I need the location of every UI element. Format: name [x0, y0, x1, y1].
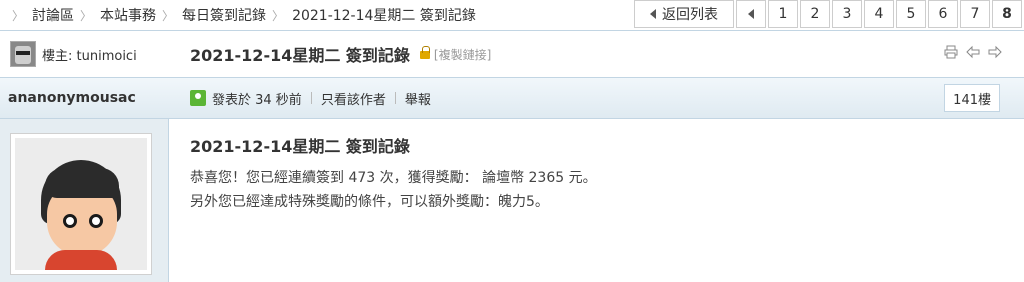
page-1[interactable]: 1 [768, 0, 798, 28]
thread-tools [944, 45, 1002, 59]
page-3[interactable]: 3 [832, 0, 862, 28]
back-to-list-label: 返回列表 [662, 7, 718, 23]
page-4[interactable]: 4 [864, 0, 894, 28]
page-5[interactable]: 5 [896, 0, 926, 28]
back-to-list-button[interactable]: 返回列表 [634, 0, 734, 28]
owner-avatar[interactable] [10, 41, 36, 67]
post-body-line-1: 恭喜您！您已經連續簽到 473 次，獲得獎勵： 論壇幣 2365 元。 [190, 170, 597, 186]
chevron-right-icon: 〉 [272, 8, 285, 23]
chevron-right-icon: 〉 [162, 8, 175, 23]
prev-page-button[interactable] [736, 0, 766, 28]
user-icon [190, 90, 206, 106]
owner-label[interactable]: 樓主: tunimoici [42, 45, 137, 64]
author-avatar[interactable] [10, 133, 152, 275]
thread-title: 2021-12-14星期二 簽到記錄 [190, 46, 410, 65]
thread-owner: 樓主: tunimoici [0, 31, 169, 77]
page-7[interactable]: 7 [960, 0, 990, 28]
floor-number[interactable]: 141樓 [944, 84, 1000, 112]
avatar-image [15, 138, 147, 270]
breadcrumb: 〉 討論區 〉 本站事務 〉 每日簽到記錄 〉 2021-12-14星期二 簽到… [6, 0, 476, 30]
chevron-right-icon: 〉 [80, 8, 93, 23]
print-icon[interactable] [944, 45, 958, 59]
lock-icon [419, 46, 430, 59]
divider [394, 92, 396, 104]
chevron-right-icon: 〉 [12, 8, 25, 23]
author-only-link[interactable]: 只看該作者 [321, 89, 386, 108]
triangle-left-icon [748, 9, 754, 19]
breadcrumb-site-affairs[interactable]: 本站事務 [100, 5, 156, 25]
breadcrumb-thread[interactable]: 2021-12-14星期二 簽到記錄 [292, 5, 476, 25]
thread-frame: 樓主: tunimoici 2021-12-14星期二 簽到記錄 [複製鏈接] … [0, 30, 1024, 282]
thread-header: 2021-12-14星期二 簽到記錄 [複製鏈接] [170, 31, 1024, 77]
post-body-line-2: 另外您已經達成特殊獎勵的條件，可以額外獎勵：魄力5。 [190, 194, 549, 210]
page-8-current[interactable]: 8 [992, 0, 1022, 28]
breadcrumb-forum[interactable]: 討論區 [32, 5, 74, 25]
next-thread-icon[interactable] [988, 45, 1002, 59]
divider [310, 92, 312, 104]
post-meta: 發表於 34 秒前 只看該作者 舉報 [190, 78, 431, 118]
post-time: 發表於 34 秒前 [212, 92, 302, 108]
post-title: 2021-12-14星期二 簽到記錄 [190, 137, 410, 156]
copy-link[interactable]: [複製鏈接] [434, 46, 491, 63]
prev-thread-icon[interactable] [966, 45, 980, 59]
page-6[interactable]: 6 [928, 0, 958, 28]
post-author-row: ananonymousac 發表於 34 秒前 只看該作者 舉報 141樓 [0, 77, 1024, 119]
page-2[interactable]: 2 [800, 0, 830, 28]
pagination: 返回列表 1 2 3 4 5 6 7 8 [634, 0, 1022, 28]
report-link[interactable]: 舉報 [405, 89, 431, 108]
top-bar: 〉 討論區 〉 本站事務 〉 每日簽到記錄 〉 2021-12-14星期二 簽到… [0, 0, 1024, 30]
triangle-left-icon [650, 9, 656, 19]
post-author-name[interactable]: ananonymousac [8, 78, 136, 118]
breadcrumb-checkin[interactable]: 每日簽到記錄 [182, 5, 266, 25]
